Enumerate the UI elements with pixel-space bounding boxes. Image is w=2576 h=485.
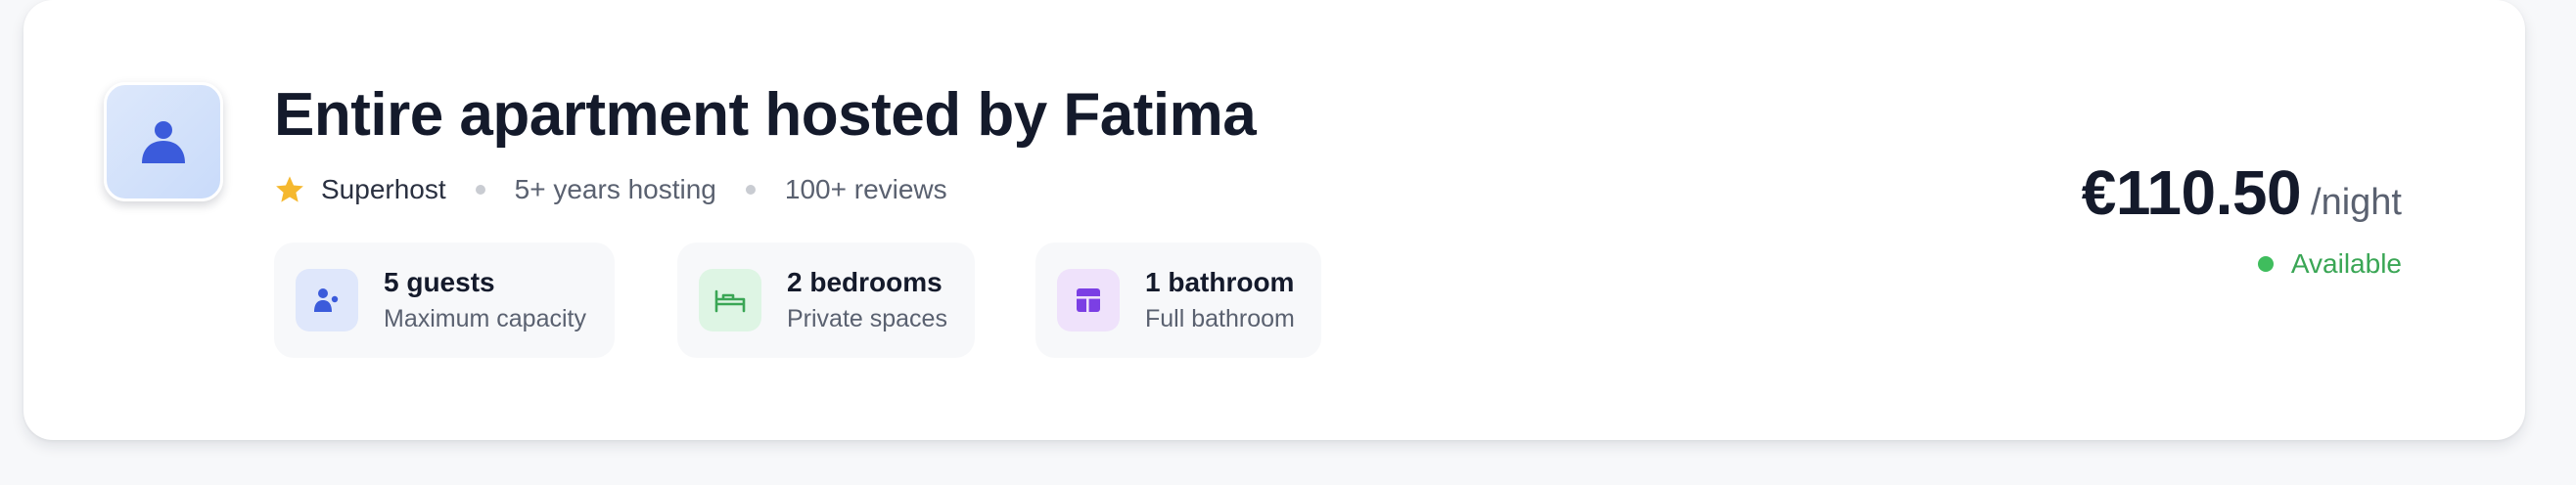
bathroom-icon [1077, 288, 1100, 312]
feature-guests: 5 guests Maximum capacity [274, 242, 615, 358]
host-meta: Superhost 5+ years hosting 100+ reviews [274, 170, 947, 209]
user-icon [142, 121, 185, 163]
separator-dot [475, 185, 485, 195]
price-amount: €110.50 [2081, 157, 2302, 228]
bed-icon-wrap [699, 269, 761, 331]
status-label: Available [2290, 248, 2402, 279]
price: €110.50 /night [2082, 156, 2402, 229]
bed-icon [714, 289, 746, 313]
bathroom-icon-wrap [1057, 269, 1120, 331]
availability-status: Available [2257, 244, 2402, 284]
guests-icon [314, 288, 339, 312]
superhost-badge: Superhost [321, 174, 446, 204]
feature-label: 2 bedrooms [787, 267, 943, 297]
separator-dot [745, 185, 756, 195]
reviews-count[interactable]: 100+ reviews [785, 174, 947, 205]
feature-sub: Maximum capacity [384, 305, 586, 332]
feature-sub: Full bathroom [1145, 305, 1295, 332]
price-unit: /night [2311, 182, 2402, 223]
feature-label: 1 bathroom [1145, 267, 1295, 297]
feature-bathroom: 1 bathroom Full bathroom [1035, 242, 1321, 358]
guests-icon-wrap [296, 269, 358, 331]
status-dot [2257, 256, 2274, 272]
feature-bedrooms: 2 bedrooms Private spaces [677, 242, 975, 358]
listing-card: Entire apartment hosted by Fatima Superh… [23, 0, 2525, 440]
star-icon [276, 176, 303, 202]
feature-sub: Private spaces [787, 305, 947, 332]
feature-label: 5 guests [384, 267, 495, 297]
hosting-years: 5+ years hosting [514, 174, 716, 204]
host-avatar[interactable] [104, 82, 223, 201]
listing-title: Entire apartment hosted by Fatima [274, 81, 1257, 149]
